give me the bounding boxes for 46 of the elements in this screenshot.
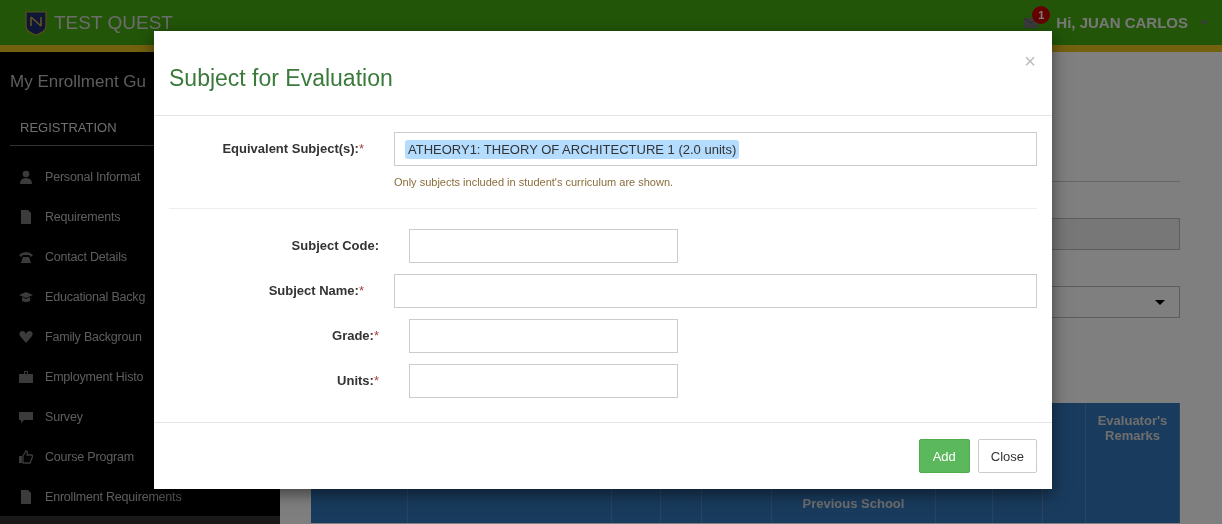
required-mark: * (358, 141, 364, 156)
help-text: Only subjects included in student's curriculum are shown. (394, 176, 675, 188)
comment-icon (19, 410, 33, 424)
field-label: Units: (337, 373, 374, 388)
file-icon (19, 490, 33, 504)
cap-icon (19, 290, 33, 304)
close-button[interactable]: Close (977, 439, 1037, 473)
sidebar-item[interactable]: Educational Backg (45, 290, 146, 304)
field-label: Subject Code: (291, 238, 379, 253)
caret-icon (1155, 299, 1165, 305)
sidebar-item[interactable]: Enrollment Requirements (45, 490, 182, 504)
sidebar-item[interactable]: Family Backgroun (45, 330, 142, 344)
sidebar-item[interactable]: Requirements (45, 210, 121, 224)
select-field[interactable]: ATHEORY1: THEORY OF ARCHITECTURE 1 (2.0 units) (394, 132, 1037, 166)
input-field[interactable] (409, 319, 678, 353)
input-field[interactable] (394, 274, 1037, 308)
selected-option[interactable]: ATHEORY1: THEORY OF ARCHITECTURE 1 (2.0 units) (405, 139, 740, 159)
sidebar-item[interactable]: Contact Details (45, 250, 127, 264)
briefcase-icon (19, 370, 33, 384)
user-icon (19, 170, 33, 184)
required-mark: * (373, 373, 379, 388)
field-label: Grade: (332, 328, 374, 343)
user-menu[interactable]: Hi, JUAN CARLOS (1056, 14, 1188, 31)
caret-icon[interactable] (1200, 20, 1208, 25)
input-field[interactable] (409, 229, 678, 263)
field-label: Subject Name: (268, 283, 359, 298)
sidebar-item[interactable]: Personal Informat (45, 170, 141, 184)
column-header: Previous School (802, 496, 905, 511)
required-mark: * (358, 283, 364, 298)
phone-icon (19, 250, 33, 264)
close-button[interactable]: × (1024, 51, 1036, 71)
heart-icon (19, 330, 33, 344)
add-button[interactable]: Add (918, 439, 970, 473)
brand-name[interactable]: TEST QUEST (54, 11, 173, 34)
file-icon (19, 210, 33, 224)
modal-title: Subject for Evaluation (169, 65, 393, 92)
sidebar-item[interactable]: Employment Histo (45, 370, 144, 384)
shield-logo-icon (24, 9, 48, 36)
thumb-icon (19, 450, 33, 464)
input-field[interactable] (409, 364, 678, 398)
sidebar-item[interactable]: Survey (45, 410, 83, 424)
sidebar-title: My Enrollment Gu (10, 72, 147, 91)
required-mark: * (373, 328, 379, 343)
sidebar-item[interactable]: Course Program (45, 450, 134, 464)
notification-count: 1 (1032, 5, 1051, 24)
column-header: Evaluator's Remarks (1096, 413, 1169, 443)
